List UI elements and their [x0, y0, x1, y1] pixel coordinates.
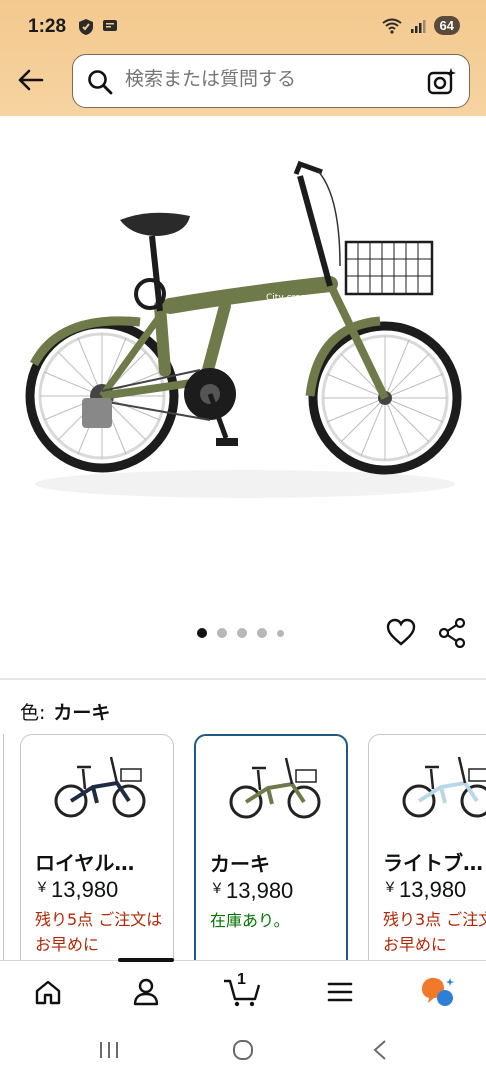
variant-card-khaki[interactable]: カーキ ￥13,980 在庫あり。 — [194, 734, 348, 962]
account-icon — [133, 978, 159, 1006]
variant-price: ￥13,980 — [383, 877, 466, 903]
color-variant-carousel[interactable]: ロイヤル… ￥13,980 残り5点 ご注文はお早めに カーキ ￥13,980 … — [0, 732, 486, 962]
back-arrow-icon — [18, 69, 44, 91]
search-bar[interactable] — [72, 54, 470, 108]
variant-bike-thumbnail — [402, 756, 486, 818]
variant-bike-thumbnail — [54, 756, 146, 818]
shield-icon — [79, 19, 93, 35]
home-icon — [35, 980, 61, 1005]
system-back-icon[interactable] — [372, 1040, 388, 1060]
share-button[interactable] — [438, 617, 468, 652]
nav-account[interactable] — [126, 975, 166, 1009]
price-value: 13,980 — [226, 878, 294, 903]
price-value: 13,980 — [399, 877, 467, 902]
previous-variant-edge[interactable] — [0, 734, 4, 962]
signal-icon — [410, 19, 426, 33]
pager-dot[interactable] — [237, 628, 247, 638]
active-tab-indicator — [118, 958, 174, 962]
variant-price: ￥13,980 — [35, 877, 118, 903]
nav-home[interactable] — [28, 975, 68, 1009]
battery-indicator: 64 — [433, 16, 460, 35]
currency-symbol: ￥ — [35, 879, 49, 895]
color-label: 色: — [20, 702, 46, 724]
system-navigation-bar — [0, 1022, 486, 1080]
variant-stock-status: 在庫あり。 — [210, 911, 290, 930]
nav-cart[interactable]: 1 — [222, 971, 262, 1009]
cart-count-badge: 1 — [237, 971, 246, 988]
variant-name: ライトブ… — [383, 851, 483, 875]
pager-dot[interactable] — [197, 628, 207, 638]
svg-text:City-cross: City-cross — [266, 293, 310, 303]
nav-rufus[interactable] — [418, 975, 458, 1009]
variant-card-lightblue[interactable]: ライトブ… ￥13,980 残り3点 ご注文はお早めに — [368, 734, 486, 962]
currency-symbol: ￥ — [210, 880, 224, 896]
variant-card-royal[interactable]: ロイヤル… ￥13,980 残り5点 ご注文はお早めに — [20, 734, 174, 962]
search-input[interactable] — [125, 68, 425, 90]
bottom-navigation: 1 — [0, 958, 486, 1022]
variant-name: ロイヤル… — [35, 851, 135, 875]
selected-color-value: カーキ — [53, 702, 111, 724]
favorite-button[interactable] — [386, 618, 416, 650]
menu-icon — [327, 982, 353, 1002]
variant-name: カーキ — [210, 852, 270, 876]
recent-apps-icon[interactable] — [98, 1040, 120, 1060]
color-selection-label: 色: カーキ — [20, 698, 110, 725]
pager-dot[interactable] — [257, 628, 267, 638]
rufus-assistant-icon — [422, 978, 454, 1006]
status-bar: 1:28 64 — [0, 0, 486, 52]
variant-price: ￥13,980 — [210, 878, 293, 904]
price-value: 13,980 — [51, 877, 119, 902]
nav-menu[interactable] — [320, 975, 360, 1009]
message-icon — [103, 20, 117, 31]
wifi-icon — [381, 18, 402, 34]
variant-stock-status: 残り5点 ご注文はお早めに — [35, 910, 163, 954]
home-button-icon[interactable] — [232, 1040, 254, 1060]
section-divider — [0, 678, 486, 680]
back-button[interactable] — [12, 62, 48, 98]
pager-dot[interactable] — [277, 629, 284, 637]
heart-icon — [386, 618, 416, 646]
variant-bike-thumbnail — [229, 757, 321, 819]
share-icon — [438, 617, 466, 649]
bicycle-image: City-cross — [25, 160, 462, 498]
camera-search-icon[interactable] — [427, 67, 457, 97]
pager-dots — [197, 628, 284, 638]
variant-stock-status: 残り3点 ご注文はお早めに — [383, 910, 486, 954]
pager-dot[interactable] — [217, 628, 227, 638]
currency-symbol: ￥ — [383, 879, 397, 895]
product-image[interactable]: City-cross — [0, 116, 486, 616]
search-header — [0, 52, 486, 116]
status-time: 1:28 — [28, 16, 67, 37]
search-icon — [88, 70, 113, 95]
